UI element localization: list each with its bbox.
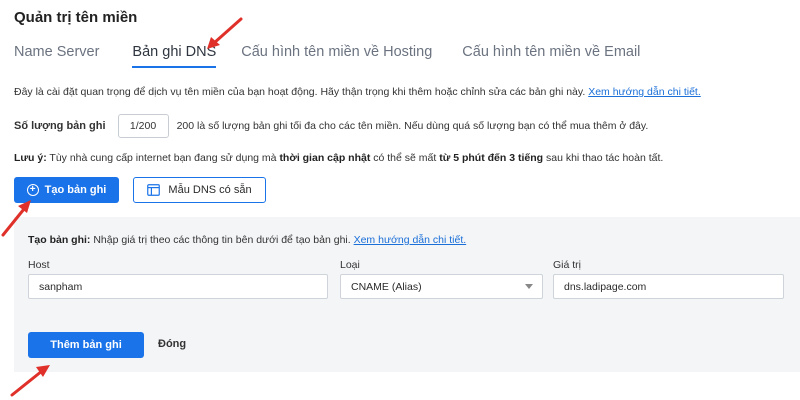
panel-desc-label: Tạo bản ghi:: [28, 234, 91, 246]
tab-email-config[interactable]: Cấu hình tên miền về Email: [462, 44, 640, 68]
info-guide-link[interactable]: Xem hướng dẫn chi tiết.: [588, 86, 701, 98]
create-record-label: Tạo bản ghi: [44, 184, 107, 196]
note-label: Lưu ý:: [14, 152, 47, 164]
note-part-3: sau khi thao tác hoàn tất.: [543, 152, 664, 164]
host-value: sanpham: [39, 280, 83, 293]
host-label: Host: [28, 259, 50, 271]
panel-guide-link[interactable]: Xem hướng dẫn chi tiết.: [354, 234, 467, 246]
host-input[interactable]: sanpham: [28, 274, 328, 299]
value-input[interactable]: dns.ladipage.com: [553, 274, 784, 299]
panel-desc-text: Nhập giá trị theo các thông tin bên dưới…: [90, 234, 354, 246]
tab-hosting-config[interactable]: Cấu hình tên miền về Hosting: [241, 44, 432, 68]
quota-label: Số lượng bản ghi: [14, 120, 106, 132]
type-value: CNAME (Alias): [351, 280, 422, 293]
note-part-1: Tùy nhà cung cấp internet bạn đang sử dụ…: [46, 152, 280, 164]
note-text: Lưu ý: Tùy nhà cung cấp internet bạn đan…: [14, 152, 663, 164]
annotation-arrow-icon: [10, 365, 50, 397]
tab-name-server[interactable]: Name Server: [14, 44, 99, 68]
add-record-button[interactable]: Thêm bản ghi: [28, 332, 144, 358]
info-message: Đây là cài đặt quan trọng để dịch vụ tên…: [14, 86, 586, 98]
note-duration: từ 5 phút đến 3 tiếng: [439, 152, 544, 164]
info-text: Đây là cài đặt quan trọng để dịch vụ tên…: [14, 86, 701, 98]
quota-description: 200 là số lượng bản ghi tối đa cho các t…: [176, 120, 649, 132]
tab-dns-records[interactable]: Bản ghi DNS: [132, 44, 217, 68]
panel-description: Tạo bản ghi: Nhập giá trị theo các thông…: [28, 234, 466, 246]
plus-circle-icon: +: [26, 184, 39, 196]
note-part-2: có thể sẽ mất: [370, 152, 440, 164]
type-label: Loại: [340, 259, 360, 271]
type-select[interactable]: CNAME (Alias): [340, 274, 543, 299]
annotation-arrow-icon: [1, 200, 31, 237]
close-button[interactable]: Đóng: [158, 338, 186, 350]
create-record-panel: Tạo bản ghi: Nhập giá trị theo các thông…: [14, 217, 800, 372]
template-icon: [147, 184, 161, 196]
quota-value: 1/200: [117, 114, 169, 138]
value-label: Giá trị: [553, 259, 582, 271]
tab-bar: Name Server Bản ghi DNS Cấu hình tên miề…: [14, 44, 670, 68]
quota-row: Số lượng bản ghi 1/200 200 là số lượng b…: [14, 114, 648, 138]
caret-down-icon: [525, 284, 533, 289]
dns-template-label: Mẫu DNS có sẵn: [168, 184, 252, 196]
value-value: dns.ladipage.com: [564, 280, 647, 293]
annotation-arrow-icon: [207, 17, 243, 49]
dns-template-button[interactable]: Mẫu DNS có sẵn: [133, 177, 266, 203]
note-update-time: thời gian cập nhật: [279, 152, 371, 164]
page-title: Quản trị tên miền: [14, 9, 138, 26]
